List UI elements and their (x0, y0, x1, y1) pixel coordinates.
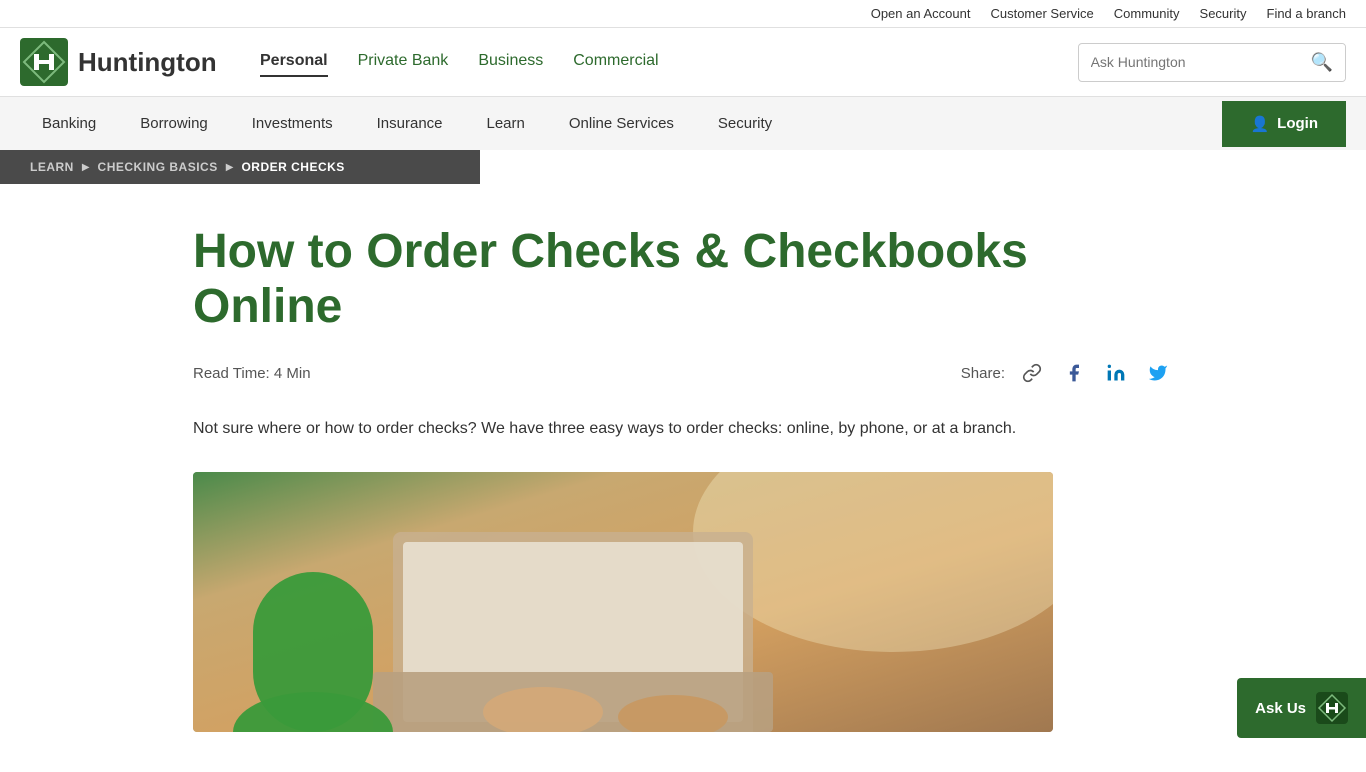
share-row: Share: (961, 358, 1173, 388)
article-intro: Not sure where or how to order checks? W… (193, 416, 1173, 442)
huntington-widget-icon (1316, 692, 1348, 724)
open-account-link[interactable]: Open an Account (871, 6, 971, 21)
utility-bar: Open an Account Customer Service Communi… (0, 0, 1366, 28)
breadcrumb-current: ORDER CHECKS (241, 160, 344, 174)
breadcrumb-separator-1: ▶ (82, 162, 90, 173)
logo[interactable]: Huntington (20, 38, 220, 86)
breadcrumb-learn[interactable]: LEARN (30, 160, 74, 174)
user-icon: 👤 (1250, 115, 1269, 133)
secondary-nav: Banking Borrowing Investments Insurance … (0, 97, 1366, 150)
nav-personal[interactable]: Personal (260, 47, 328, 77)
share-label: Share: (961, 365, 1005, 382)
nav-investments[interactable]: Investments (230, 97, 355, 150)
secondary-nav-links: Banking Borrowing Investments Insurance … (20, 97, 1222, 150)
header: Huntington Personal Private Bank Busines… (0, 28, 1366, 97)
huntington-logo-icon (20, 38, 68, 86)
breadcrumb: LEARN ▶ CHECKING BASICS ▶ ORDER CHECKS (0, 150, 480, 184)
article-image (193, 472, 1053, 732)
main-nav: Personal Private Bank Business Commercia… (260, 47, 1038, 77)
nav-banking[interactable]: Banking (20, 97, 118, 150)
search-bar: 🔍 (1078, 43, 1346, 82)
nav-commercial[interactable]: Commercial (573, 47, 658, 77)
nav-borrowing[interactable]: Borrowing (118, 97, 230, 150)
twitter-share-icon[interactable] (1143, 358, 1173, 388)
find-branch-link[interactable]: Find a branch (1267, 6, 1347, 21)
linkedin-share-icon[interactable] (1101, 358, 1131, 388)
search-icon: 🔍 (1311, 52, 1333, 72)
nav-security[interactable]: Security (696, 97, 794, 150)
search-button[interactable]: 🔍 (1299, 44, 1345, 81)
breadcrumb-separator-2: ▶ (226, 162, 234, 173)
breadcrumb-checking-basics[interactable]: CHECKING BASICS (98, 160, 218, 174)
customer-service-link[interactable]: Customer Service (990, 6, 1093, 21)
article-meta: Read Time: 4 Min Share: (193, 358, 1173, 388)
search-input[interactable] (1079, 46, 1299, 78)
nav-insurance[interactable]: Insurance (355, 97, 465, 150)
logo-text: Huntington (78, 47, 217, 78)
community-link[interactable]: Community (1114, 6, 1180, 21)
nav-private-bank[interactable]: Private Bank (358, 47, 449, 77)
read-time: Read Time: 4 Min (193, 365, 311, 382)
facebook-share-icon[interactable] (1059, 358, 1089, 388)
security-utility-link[interactable]: Security (1200, 6, 1247, 21)
ask-us-label: Ask Us (1255, 700, 1306, 717)
login-button[interactable]: 👤 Login (1222, 101, 1346, 147)
nav-online-services[interactable]: Online Services (547, 97, 696, 150)
link-share-icon[interactable] (1017, 358, 1047, 388)
article-image-svg (193, 472, 1053, 732)
nav-learn[interactable]: Learn (465, 97, 547, 150)
ask-us-widget[interactable]: Ask Us (1237, 678, 1366, 738)
nav-business[interactable]: Business (478, 47, 543, 77)
article-title: How to Order Checks & Checkbooks Online (193, 224, 1173, 334)
main-content: How to Order Checks & Checkbooks Online … (133, 184, 1233, 772)
